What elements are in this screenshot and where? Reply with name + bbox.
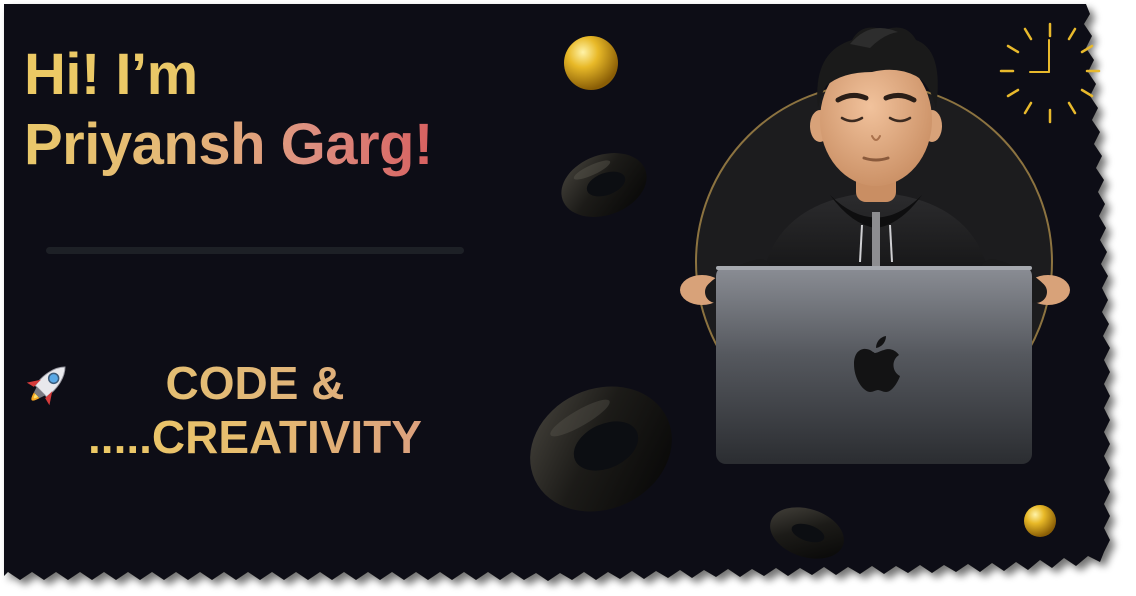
tagline: CODE & .....CREATIVITY <box>20 356 490 464</box>
greeting-line-1: Hi! I’m <box>24 40 433 110</box>
gold-sphere-top <box>564 36 618 90</box>
greeting-heading: Hi! I’m Priyansh Garg! <box>24 40 433 180</box>
hero-banner: Hi! I’m Priyansh Garg! CODE & .....CREAT… <box>0 0 1136 596</box>
greeting-name: Priyansh Garg! <box>24 110 433 180</box>
tagline-line-1: CODE & <box>20 356 490 410</box>
tagline-line-2: .....CREATIVITY <box>88 411 422 463</box>
gold-sphere-bottom <box>1024 505 1056 537</box>
heading-divider <box>46 247 464 254</box>
rocket-icon <box>26 366 66 406</box>
